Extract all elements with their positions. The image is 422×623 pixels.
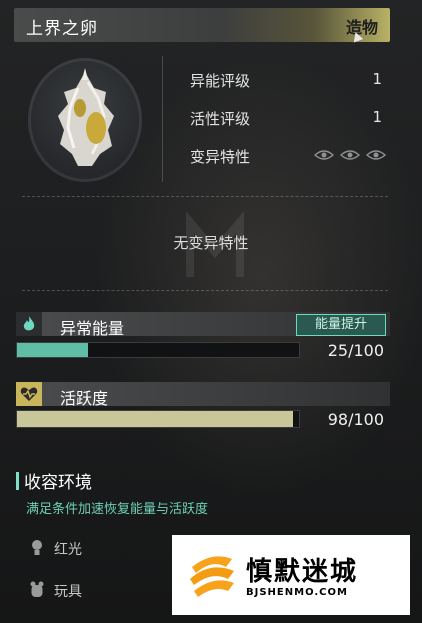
divider (22, 290, 388, 291)
egg-icon (58, 68, 114, 166)
item-title-bar: 上界之卵 造物 (14, 8, 390, 43)
watermark-url: BJSHENMO.COM (246, 587, 348, 598)
heartbeat-icon (16, 382, 42, 406)
section-accent (16, 472, 19, 490)
divider (22, 196, 388, 197)
stat-value: 1 (372, 108, 382, 126)
stat-value: 1 (372, 70, 382, 88)
toy-icon (30, 581, 44, 597)
no-mutation-text: 无变异特性 (173, 234, 249, 252)
activity-bar (16, 410, 300, 428)
energy-boost-button[interactable]: 能量提升 (296, 314, 386, 336)
energy-header: 异常能量 能量提升 (16, 312, 390, 338)
environment-item-label: 玩具 (54, 584, 82, 600)
energy-bar (16, 342, 300, 358)
watermark-name: 慎默迷城 (246, 557, 359, 587)
item-name: 上界之卵 (26, 19, 98, 39)
stat-activity-rating: 活性评级 1 (190, 108, 390, 130)
activity-value: 98/100 (327, 410, 384, 429)
eye-icon (340, 150, 360, 160)
activity-label: 活跃度 (60, 389, 109, 408)
stat-label: 活性评级 (190, 110, 251, 128)
energy-label: 异常能量 (60, 319, 125, 338)
watermark-logo (190, 556, 234, 597)
energy-value: 25/100 (327, 341, 384, 360)
eye-icon (366, 150, 386, 160)
stat-mutation-trait: 变异特性 (190, 146, 390, 168)
vertical-divider (162, 56, 163, 182)
flame-icon (16, 312, 42, 336)
watermark: 慎默迷城 BJSHENMO.COM (172, 535, 410, 615)
stat-label: 变异特性 (190, 148, 251, 166)
bulb-icon (32, 540, 42, 555)
activity-header: 活跃度 (16, 382, 390, 408)
environment-title: 收容环境 (24, 473, 92, 493)
stat-label: 异能评级 (190, 72, 251, 90)
stat-ability-rating: 异能评级 1 (190, 70, 390, 92)
environment-description: 满足条件加速恢复能量与活跃度 (26, 502, 209, 517)
energy-bar-fill (17, 343, 88, 357)
activity-bar-fill (17, 411, 294, 427)
eye-icon (314, 150, 334, 160)
environment-item-red-light: 红光 (30, 538, 170, 560)
environment-item-label: 红光 (54, 542, 82, 558)
mutation-slots (314, 149, 386, 161)
item-portrait (28, 58, 142, 182)
environment-item-toy: 玩具 (30, 580, 170, 602)
